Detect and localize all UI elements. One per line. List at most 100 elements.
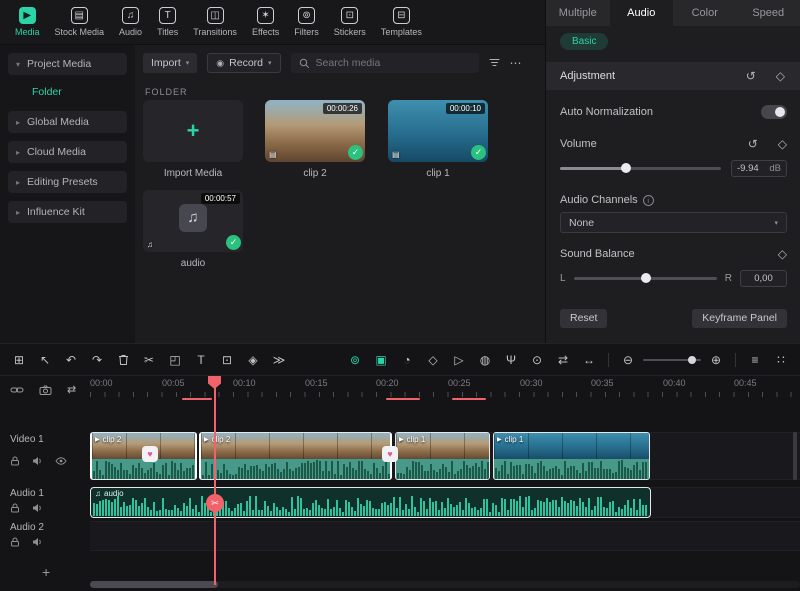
redo-icon[interactable]: ↷ — [86, 349, 108, 371]
tab-effects[interactable]: ✶ Effects — [245, 5, 286, 39]
fit-timeline-icon[interactable]: ↔ — [578, 349, 600, 371]
volume-keyframe-icon[interactable]: ◇ — [778, 137, 787, 151]
track-manager-icon[interactable]: ≡ — [744, 349, 766, 371]
volume-slider[interactable] — [560, 162, 721, 174]
balance-slider[interactable] — [574, 272, 717, 284]
timeline-audio-clip[interactable]: ♫ audio — [90, 487, 651, 518]
volume-value-box[interactable]: -9.94 dB — [731, 160, 787, 177]
info-icon[interactable]: i — [643, 195, 654, 206]
zoom-slider-knob[interactable] — [688, 356, 696, 364]
snapshot-camera-icon[interactable] — [39, 385, 52, 395]
tab-color[interactable]: Color — [673, 0, 737, 26]
titles-icon: T — [159, 7, 176, 24]
timeline-video-clip[interactable]: ▶clip 1 — [493, 432, 650, 480]
sidebar-item-global-media[interactable]: ▸ Global Media — [8, 111, 127, 133]
media-item-clip2[interactable]: 00:00:26 ▤ ✓ — [265, 100, 365, 162]
split-icon[interactable]: ✂ — [138, 349, 160, 371]
timeline-vertical-scrollbar[interactable] — [793, 432, 797, 480]
auto-ripple-icon[interactable]: ⇄ — [552, 349, 574, 371]
add-track-button[interactable]: + — [42, 564, 50, 580]
zoom-out-icon[interactable]: ⊖ — [617, 349, 639, 371]
timeline-horizontal-scrollbar[interactable] — [90, 581, 800, 588]
hide-track-eye-icon[interactable] — [55, 456, 67, 466]
green-screen-icon[interactable]: ▣ — [370, 349, 392, 371]
transition-badge[interactable]: ♥ — [382, 446, 398, 462]
lock-icon[interactable] — [10, 503, 20, 513]
tab-audio-properties[interactable]: Audio — [610, 0, 674, 26]
duration-badge: 00:00:57 — [201, 193, 240, 204]
search-box[interactable] — [291, 53, 479, 73]
search-input[interactable] — [316, 57, 464, 69]
filter-icon[interactable] — [489, 58, 500, 68]
workspace-icon[interactable]: ⊞ — [8, 349, 30, 371]
speed-icon[interactable]: ◔ — [396, 349, 418, 371]
timeline-video-clip[interactable]: ▶clip 1 — [395, 432, 490, 480]
media-item-clip1[interactable]: 00:00:10 ▤ ✓ — [388, 100, 488, 162]
grid-view-icon[interactable]: ∷ — [770, 349, 792, 371]
mute-icon[interactable] — [32, 456, 43, 466]
tab-filters[interactable]: ⊚ Filters — [287, 5, 326, 39]
tab-stickers[interactable]: ⊡ Stickers — [327, 5, 373, 39]
lock-icon[interactable] — [10, 537, 20, 547]
tab-transitions[interactable]: ◫ Transitions — [186, 5, 244, 39]
timeline-video-clip[interactable]: ▶clip 2 — [199, 432, 392, 480]
reset-volume-icon[interactable]: ↺ — [748, 137, 758, 151]
properties-tabs: Multiple Audio Color Speed — [546, 0, 800, 26]
reset-button[interactable]: Reset — [560, 309, 607, 328]
auto-ripple-toggle-icon[interactable]: ⇄ — [67, 383, 76, 396]
audio-channels-select[interactable]: None ▾ — [560, 212, 787, 233]
media-item-audio[interactable]: 00:00:57 ♫ ♫ ✓ — [143, 190, 243, 252]
more-tools-icon[interactable]: ≫ — [268, 349, 290, 371]
sidebar-item-cloud-media[interactable]: ▸ Cloud Media — [8, 141, 127, 163]
render-preview-icon[interactable]: ▷ — [448, 349, 470, 371]
balance-value-box[interactable]: 0,00 — [740, 270, 787, 287]
sidebar-item-influence-kit[interactable]: ▸ Influence Kit — [8, 201, 127, 223]
sidebar-item-folder[interactable]: Folder — [8, 83, 127, 101]
balance-keyframe-icon[interactable]: ◇ — [778, 247, 787, 261]
keyframe-icon[interactable]: ◇ — [776, 69, 785, 83]
keyframe-tool-icon[interactable]: ◇ — [422, 349, 444, 371]
text-tool-icon[interactable]: T — [190, 349, 212, 371]
ruler-marked-range — [182, 398, 212, 400]
scrollbar-thumb[interactable] — [90, 581, 218, 588]
mask-icon[interactable]: ◍ — [474, 349, 496, 371]
link-clips-icon[interactable] — [10, 385, 24, 395]
split-at-playhead-icon[interactable]: ✂ — [206, 494, 224, 512]
auto-normalization-toggle[interactable] — [761, 105, 787, 119]
audio-track-2-lane[interactable] — [90, 521, 800, 551]
motion-track-icon[interactable]: ⊚ — [344, 349, 366, 371]
tab-templates[interactable]: ⊟ Templates — [374, 5, 429, 39]
effect-tool-icon[interactable]: ◈ — [242, 349, 264, 371]
import-button[interactable]: Import ▾ — [143, 53, 197, 73]
keyframe-panel-button[interactable]: Keyframe Panel — [692, 309, 787, 328]
tab-speed[interactable]: Speed — [737, 0, 800, 26]
sidebar-item-editing-presets[interactable]: ▸ Editing Presets — [8, 171, 127, 193]
volume-slider-knob[interactable] — [621, 163, 631, 173]
crop-icon[interactable]: ◰ — [164, 349, 186, 371]
pip-icon[interactable]: ⊡ — [216, 349, 238, 371]
tab-audio[interactable]: ♫ Audio — [112, 5, 149, 39]
import-media-tile[interactable]: + — [143, 100, 243, 162]
sidebar-item-project-media[interactable]: ▾ Project Media — [8, 53, 127, 75]
zoom-slider[interactable] — [643, 354, 701, 366]
transition-badge[interactable]: ♥ — [142, 446, 158, 462]
basic-sub-tab[interactable]: Basic — [560, 33, 608, 50]
tab-multiple[interactable]: Multiple — [546, 0, 610, 26]
zoom-in-icon[interactable]: ⊕ — [705, 349, 727, 371]
tab-stock-media[interactable]: ▤ Stock Media — [48, 5, 112, 39]
snapshot-icon[interactable]: ⊙ — [526, 349, 548, 371]
undo-icon[interactable]: ↶ — [60, 349, 82, 371]
reset-adjustment-icon[interactable]: ↺ — [746, 69, 756, 83]
tab-titles[interactable]: T Titles — [150, 5, 185, 39]
balance-slider-knob[interactable] — [641, 273, 651, 283]
mute-icon[interactable] — [32, 537, 43, 547]
record-button[interactable]: ◉ Record ▾ — [207, 53, 280, 73]
select-tool-icon[interactable]: ↖ — [34, 349, 56, 371]
lock-icon[interactable] — [10, 456, 20, 466]
delete-icon[interactable] — [112, 349, 134, 371]
more-options-icon[interactable]: ⋯ — [510, 56, 522, 70]
adjustment-section-header[interactable]: Adjustment ↺ ◇ — [546, 62, 800, 90]
voiceover-mic-icon[interactable]: Ψ — [500, 349, 522, 371]
mute-icon[interactable] — [32, 503, 43, 513]
tab-media[interactable]: ▶ Media — [8, 5, 47, 39]
